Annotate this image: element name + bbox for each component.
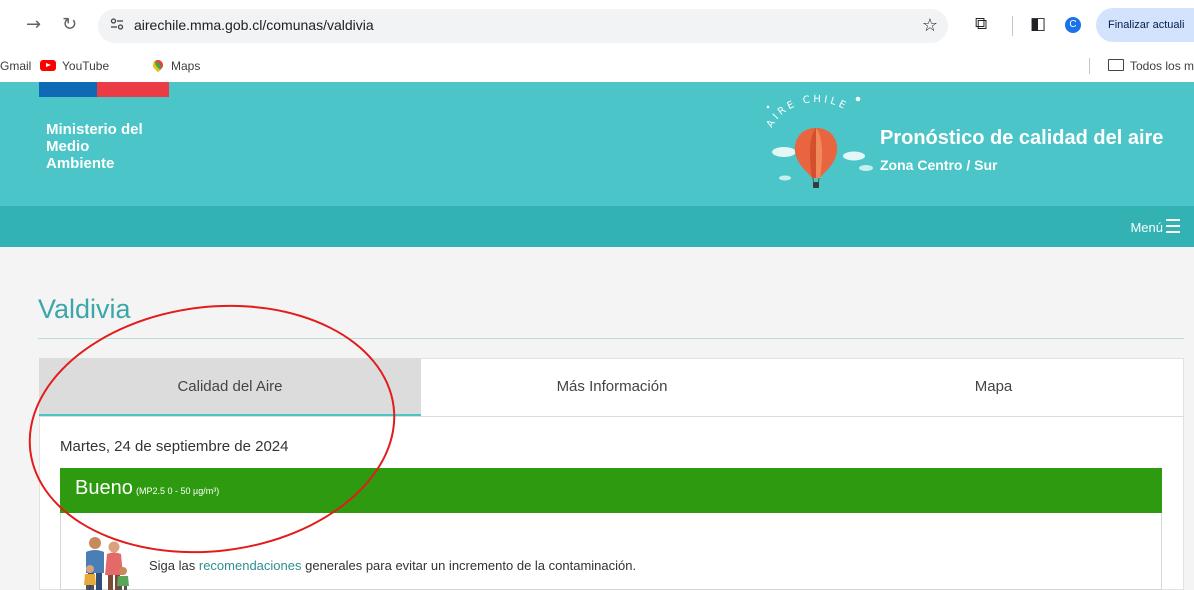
forecast-date: Martes, 24 de septiembre de 2024	[60, 438, 289, 455]
forward-icon[interactable]: →	[26, 13, 41, 37]
bookmark-maps[interactable]: Maps	[150, 57, 201, 74]
status-range: (MP2.5 0 - 50 µg/m³)	[136, 486, 220, 496]
all-bookmarks[interactable]: Todos los m	[1108, 58, 1194, 74]
youtube-icon	[40, 60, 56, 71]
bookmarks-bar: Gmail YouTube Maps Todos los m	[0, 50, 1194, 82]
profile-avatar[interactable]: C	[1065, 17, 1081, 33]
air-quality-status-bar: Bueno (MP2.5 0 - 50 µg/m³)	[60, 468, 1162, 513]
update-button[interactable]: Finalizar actuali	[1096, 8, 1194, 42]
svg-text:AIRE CHILE: AIRE CHILE	[765, 94, 850, 130]
bookmark-gmail[interactable]: Gmail	[0, 58, 31, 74]
recommendation-prefix: Siga las	[149, 558, 199, 573]
ministry-line-3: Ambiente	[46, 155, 115, 172]
tab-mas-informacion[interactable]: Más Información	[421, 358, 803, 416]
site-nav-bar: Menú	[0, 206, 1194, 247]
ministry-line-2: Medio	[46, 138, 90, 155]
status-label: Bueno	[75, 477, 133, 499]
bookmark-maps-label: Maps	[171, 59, 201, 73]
reload-icon[interactable]: ↻	[62, 13, 77, 37]
bookmark-youtube-label: YouTube	[62, 59, 110, 73]
url-text: airechile.mma.gob.cl/comunas/valdivia	[134, 17, 374, 33]
recommendations-link[interactable]: recomendaciones	[199, 558, 302, 573]
tab-calidad-del-aire[interactable]: Calidad del Aire	[39, 358, 421, 416]
bookmark-youtube[interactable]: YouTube	[40, 58, 109, 74]
side-panel-icon[interactable]: ◧	[1030, 14, 1046, 34]
extensions-icon[interactable]: ⧉	[975, 14, 987, 34]
tabs-divider	[39, 416, 1184, 417]
bookmarks-divider	[1089, 58, 1090, 74]
ministry-line-1: Ministerio del	[46, 121, 143, 138]
page-title: Valdivia	[38, 294, 131, 324]
menu-button[interactable]: Menú	[1130, 219, 1180, 235]
status-details	[60, 513, 1162, 590]
menu-label: Menú	[1130, 220, 1163, 235]
tab-bar: Calidad del Aire Más Información Mapa	[39, 358, 1184, 416]
toolbar-divider	[1012, 16, 1013, 36]
maps-icon	[150, 57, 166, 73]
site-subtitle: Zona Centro / Sur	[880, 157, 998, 173]
family-icon	[84, 537, 129, 590]
recommendation-text: Siga las recomendaciones generales para …	[149, 558, 636, 573]
site-info-icon[interactable]	[110, 17, 124, 31]
all-bookmarks-label: Todos los m	[1130, 59, 1194, 73]
bookmark-star-icon[interactable]: ☆	[922, 15, 938, 36]
title-divider	[38, 338, 1184, 339]
gov-flag-red	[97, 82, 169, 97]
browser-toolbar: → ↻ airechile.mma.gob.cl/comunas/valdivi…	[0, 0, 1194, 50]
aire-chile-balloon-logo[interactable]: AIRE CHILE	[758, 94, 876, 194]
folder-icon	[1108, 59, 1124, 71]
hamburger-icon	[1166, 219, 1180, 233]
tab-mapa[interactable]: Mapa	[803, 358, 1184, 416]
gov-flag-blue	[39, 82, 97, 97]
address-bar[interactable]: airechile.mma.gob.cl/comunas/valdivia ☆	[98, 9, 948, 43]
recommendation-suffix: generales para evitar un incremento de l…	[301, 558, 637, 573]
site-title: Pronóstico de calidad del aire	[880, 127, 1164, 149]
ministry-logo[interactable]: Ministerio del Medio Ambiente	[46, 121, 246, 172]
